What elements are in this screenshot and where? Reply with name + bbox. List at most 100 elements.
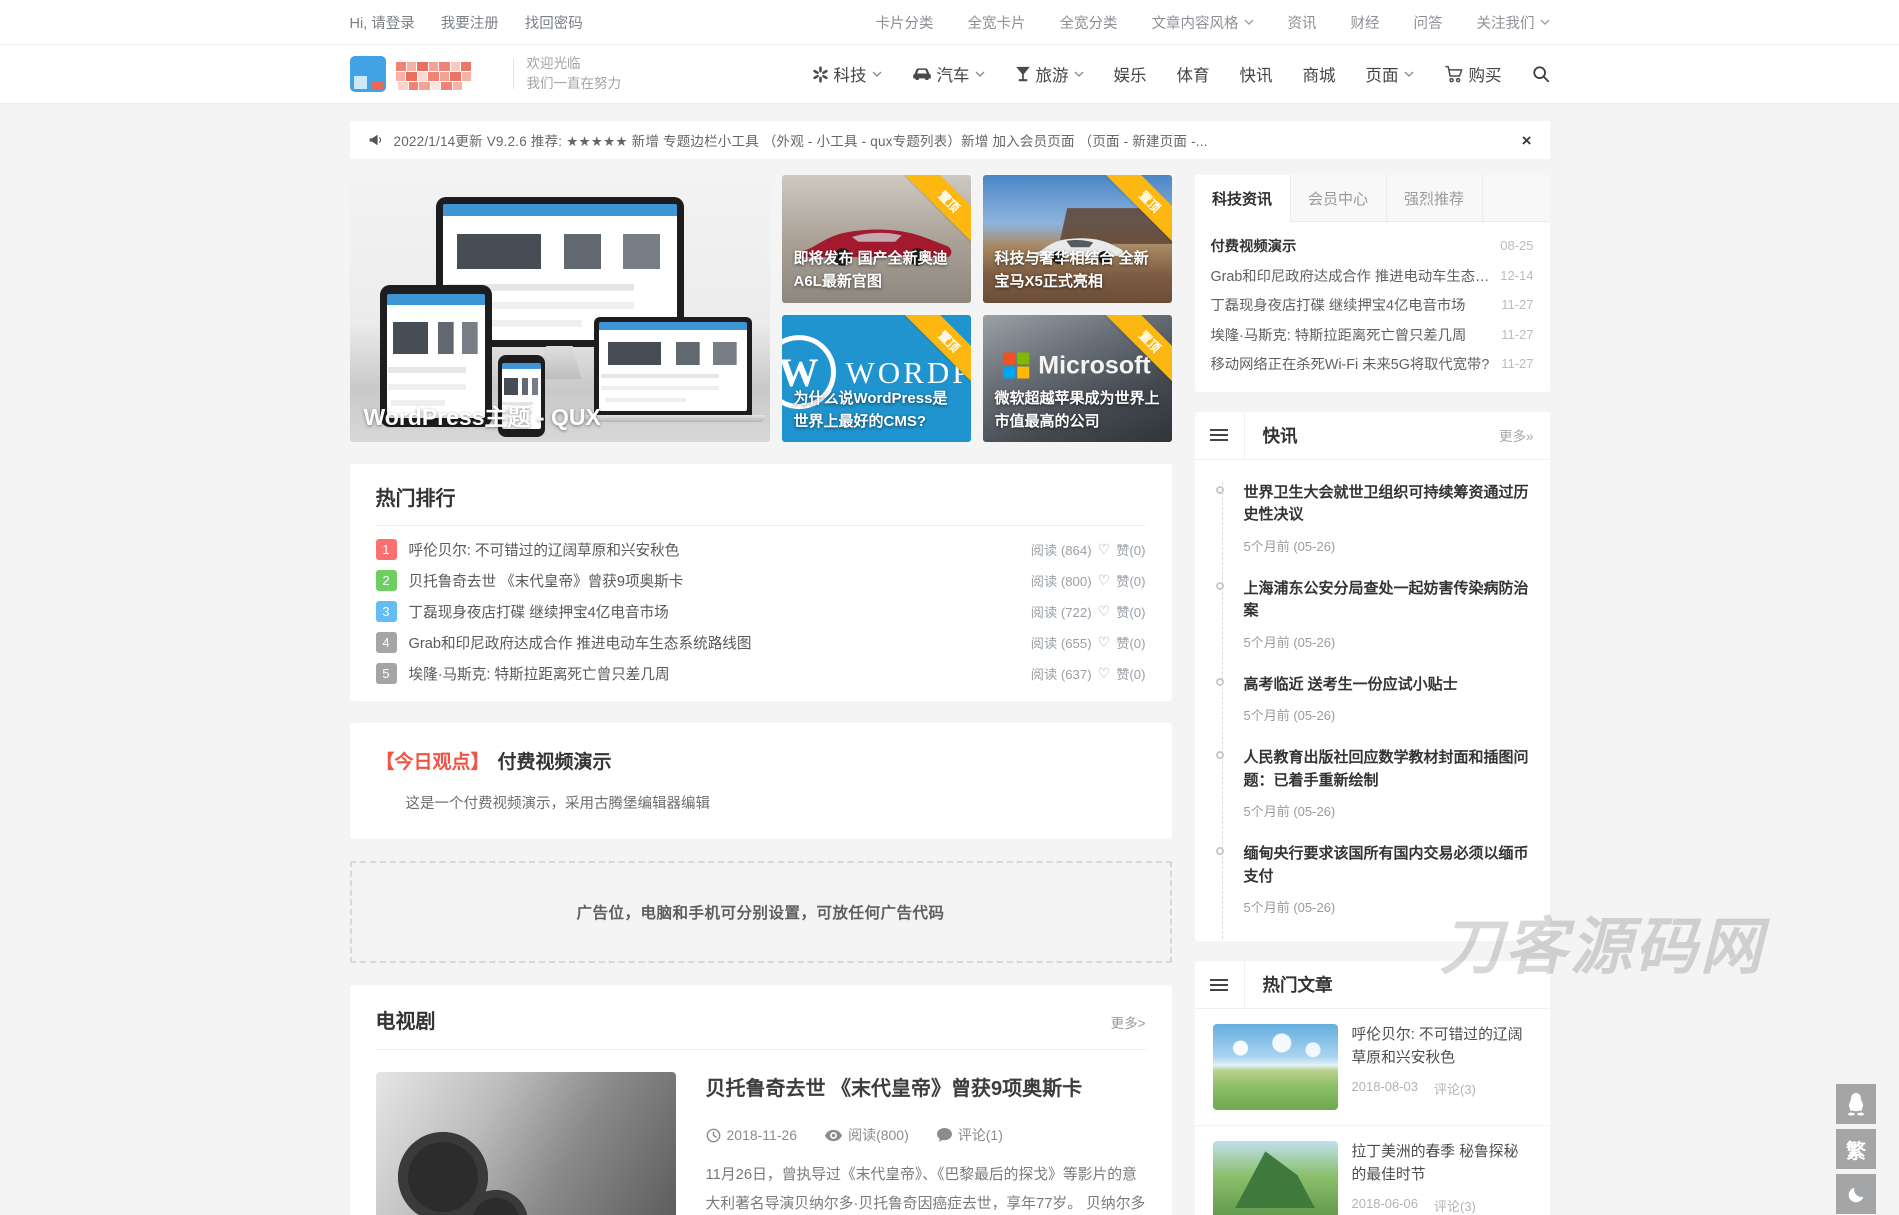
nav-item-car[interactable]: 汽车: [912, 62, 985, 86]
read-count: 阅读 (637): [1031, 664, 1092, 683]
article-content: 贝托鲁奇去世 《末代皇帝》曾获9项奥斯卡 2018-11-26 阅读(800): [706, 1072, 1146, 1215]
nav-item-buy[interactable]: 购买: [1444, 62, 1502, 86]
tab-strong-recommend[interactable]: 强烈推荐: [1387, 175, 1483, 221]
rank-title: 丁磊现身夜店打碟 继续押宝4亿电音市场: [409, 601, 669, 622]
nav-label: 页面: [1366, 62, 1399, 86]
topbar-item-finance[interactable]: 财经: [1351, 12, 1380, 33]
tab-article-list: 付费视频演示 08-25 Grab和印尼政府达成合作 推进电动车生态系统路线图 …: [1195, 222, 1550, 392]
rank-row[interactable]: 2 贝托鲁奇去世 《末代皇帝》曾获9项奥斯卡 阅读 (800)♡赞(0): [376, 565, 1146, 596]
ad-slot[interactable]: 广告位，电脑和手机可分别设置，可放任何广告代码: [350, 861, 1172, 963]
topbar-item-follow-us[interactable]: 关注我们: [1477, 12, 1550, 33]
login-link[interactable]: Hi, 请登录: [350, 12, 415, 33]
today-desc: 这是一个付费视频演示，采用古腾堡编辑器编辑: [406, 792, 1146, 813]
nav-item-tech[interactable]: 科技: [812, 62, 882, 86]
list-item[interactable]: 丁磊现身夜店打碟 继续押宝4亿电音市场 11-27: [1211, 290, 1534, 320]
topbar-item-fullwidth-category[interactable]: 全宽分类: [1060, 12, 1118, 33]
article-comments: 评论(1): [937, 1125, 1003, 1145]
flash-item[interactable]: 世界卫生大会就世卫组织可持续筹资通过历史性决议 5个月前 (05-26): [1223, 482, 1534, 578]
eye-icon: [825, 1129, 842, 1142]
featured-card-title: 微软超越苹果成为世界上市值最高的公司: [995, 387, 1160, 434]
traditional-chinese-toggle[interactable]: 繁: [1836, 1129, 1876, 1169]
tab-tech-news[interactable]: 科技资讯: [1195, 175, 1291, 222]
featured-card-wordpress[interactable]: W WORDPRE 置顶 为什么说WordPress是世界上最好的CMS?: [782, 315, 971, 443]
nav-item-mall[interactable]: 商城: [1303, 62, 1336, 86]
topbar-item-article-style[interactable]: 文章内容风格: [1152, 12, 1254, 33]
article-item[interactable]: 贝托鲁奇去世 《末代皇帝》曾获9项奥斯卡 2018-11-26 阅读(800): [376, 1072, 1146, 1215]
rank-row[interactable]: 5 埃隆·马斯克: 特斯拉距离死亡曾只差几周 阅读 (637)♡赞(0): [376, 658, 1146, 689]
sticky-ribbon: 置顶: [899, 175, 971, 247]
rank-badge: 1: [376, 539, 397, 560]
topbar-item-fullwidth-card[interactable]: 全宽卡片: [968, 12, 1026, 33]
timeline-dot-icon: [1216, 486, 1224, 494]
list-item[interactable]: Grab和印尼政府达成合作 推进电动车生态系统路线图 12-14: [1211, 261, 1534, 291]
widget-title: 热门文章: [1263, 972, 1333, 997]
flash-item[interactable]: 上海浦东公安分局查处一起妨害传染病防治案 5个月前 (05-26): [1223, 578, 1534, 674]
flash-time: 5个月前 (05-26): [1244, 632, 1534, 651]
close-icon[interactable]: ×: [1522, 132, 1532, 149]
topbar-item-news[interactable]: 资讯: [1288, 12, 1317, 33]
topbar-item-card-category[interactable]: 卡片分类: [876, 12, 934, 33]
today-title[interactable]: 付费视频演示: [498, 752, 612, 773]
list-item-title: 埃隆·马斯克: 特斯拉距离死亡曾只差几周: [1211, 324, 1492, 345]
flash-time: 5个月前 (05-26): [1244, 801, 1534, 820]
like-count: 赞(0): [1116, 633, 1145, 652]
rank-row[interactable]: 4 Grab和印尼政府达成合作 推进电动车生态系统路线图 阅读 (655)♡赞(…: [376, 627, 1146, 658]
topbar-item-qa[interactable]: 问答: [1414, 12, 1443, 33]
list-item[interactable]: 移动网络正在杀死Wi-Fi 未来5G将取代宽带? 11-27: [1211, 349, 1534, 379]
forgot-password-link[interactable]: 找回密码: [525, 12, 583, 33]
featured-card-microsoft[interactable]: Microsoft 置顶 微软超越苹果成为世界上市值最高的公司: [983, 315, 1172, 443]
megaphone-icon: [368, 132, 384, 148]
dark-mode-toggle[interactable]: [1836, 1174, 1876, 1214]
nav-item-pages[interactable]: 页面: [1366, 62, 1414, 86]
more-link[interactable]: 更多>: [1111, 1012, 1146, 1032]
comments-text: 评论(1): [958, 1125, 1003, 1145]
nav-item-travel[interactable]: 旅游: [1015, 62, 1084, 86]
list-item-date: 11-27: [1501, 356, 1533, 371]
post-item[interactable]: 拉丁美洲的春季 秘鲁探秘的最佳时节 2018-06-06 评论(3): [1195, 1126, 1550, 1215]
flash-news-widget: 快讯 更多» 世界卫生大会就世卫组织可持续筹资通过历史性决议 5个月前 (05-…: [1195, 412, 1550, 942]
sticky-ribbon-label: 置顶: [1104, 175, 1172, 247]
timeline-dot-icon: [1216, 847, 1224, 855]
search-icon: [1532, 65, 1550, 83]
post-item[interactable]: 呼伦贝尔: 不可错过的辽阔草原和兴安秋色 2018-08-03 评论(3): [1195, 1009, 1550, 1126]
nav-item-sports[interactable]: 体育: [1177, 62, 1210, 86]
flash-title: 世界卫生大会就世卫组织可持续筹资通过历史性决议: [1244, 482, 1534, 527]
rank-badge: 4: [376, 632, 397, 653]
today-view-section: 【今日观点】付费视频演示 这是一个付费视频演示，采用古腾堡编辑器编辑: [350, 723, 1172, 839]
site-logo[interactable]: [350, 54, 500, 94]
topbar-account-links: Hi, 请登录 我要注册 找回密码: [350, 12, 583, 33]
nav-item-entertainment[interactable]: 娱乐: [1114, 62, 1147, 86]
qq-contact-button[interactable]: [1836, 1084, 1876, 1124]
register-link[interactable]: 我要注册: [441, 12, 499, 33]
list-item-date: 11-27: [1501, 297, 1533, 312]
like-count: 赞(0): [1116, 571, 1145, 590]
rank-row[interactable]: 1 呼伦贝尔: 不可错过的辽阔草原和兴安秋色 阅读 (864)♡赞(0): [376, 534, 1146, 565]
list-item[interactable]: 付费视频演示 08-25: [1211, 231, 1534, 261]
more-link[interactable]: 更多»: [1499, 425, 1534, 445]
rank-badge: 3: [376, 601, 397, 622]
post-date: 2018-08-03: [1352, 1079, 1419, 1098]
featured-card-bmw[interactable]: 置顶 科技与奢华相结合 全新宝马X5正式亮相: [983, 175, 1172, 303]
like-count: 赞(0): [1116, 602, 1145, 621]
flash-item[interactable]: 缅甸央行要求该国所有国内交易必须以缅币支付 5个月前 (05-26): [1223, 843, 1534, 939]
timeline-dot-icon: [1216, 751, 1224, 759]
today-tag: 【今日观点】: [376, 752, 490, 773]
featured-slider[interactable]: WordPress主题 - QUX: [350, 175, 770, 442]
flash-title: 缅甸央行要求该国所有国内交易必须以缅币支付: [1244, 843, 1534, 888]
flash-item[interactable]: 高考临近 送考生一份应试小贴士 5个月前 (05-26): [1223, 674, 1534, 748]
featured-card-audi[interactable]: 置顶 即将发布 国产全新奥迪A6L最新官图: [782, 175, 971, 303]
tab-member-center[interactable]: 会员中心: [1291, 175, 1387, 221]
hamburger-icon: [1195, 961, 1245, 1008]
macbook-mockup: [594, 317, 752, 416]
list-item[interactable]: 埃隆·马斯克: 特斯拉距离死亡曾只差几周 11-27: [1211, 320, 1534, 350]
hot-rank-section: 热门排行 1 呼伦贝尔: 不可错过的辽阔草原和兴安秋色 阅读 (864)♡赞(0…: [350, 464, 1172, 701]
rank-row[interactable]: 3 丁磊现身夜店打碟 继续押宝4亿电音市场 阅读 (722)♡赞(0): [376, 596, 1146, 627]
post-comments: 评论(3): [1434, 1196, 1476, 1215]
read-count: 阅读 (864): [1031, 540, 1092, 559]
search-button[interactable]: [1532, 65, 1550, 83]
nav-item-flash-news[interactable]: 快讯: [1240, 62, 1273, 86]
article-title[interactable]: 贝托鲁奇去世 《末代皇帝》曾获9项奥斯卡: [706, 1072, 1146, 1101]
clock-icon: [706, 1128, 721, 1143]
flash-item[interactable]: 人民教育出版社回应数学教材封面和插图问题：已着手重新绘制 5个月前 (05-26…: [1223, 747, 1534, 843]
welcome-text: 欢迎光临 我们一直在努力: [527, 54, 622, 93]
